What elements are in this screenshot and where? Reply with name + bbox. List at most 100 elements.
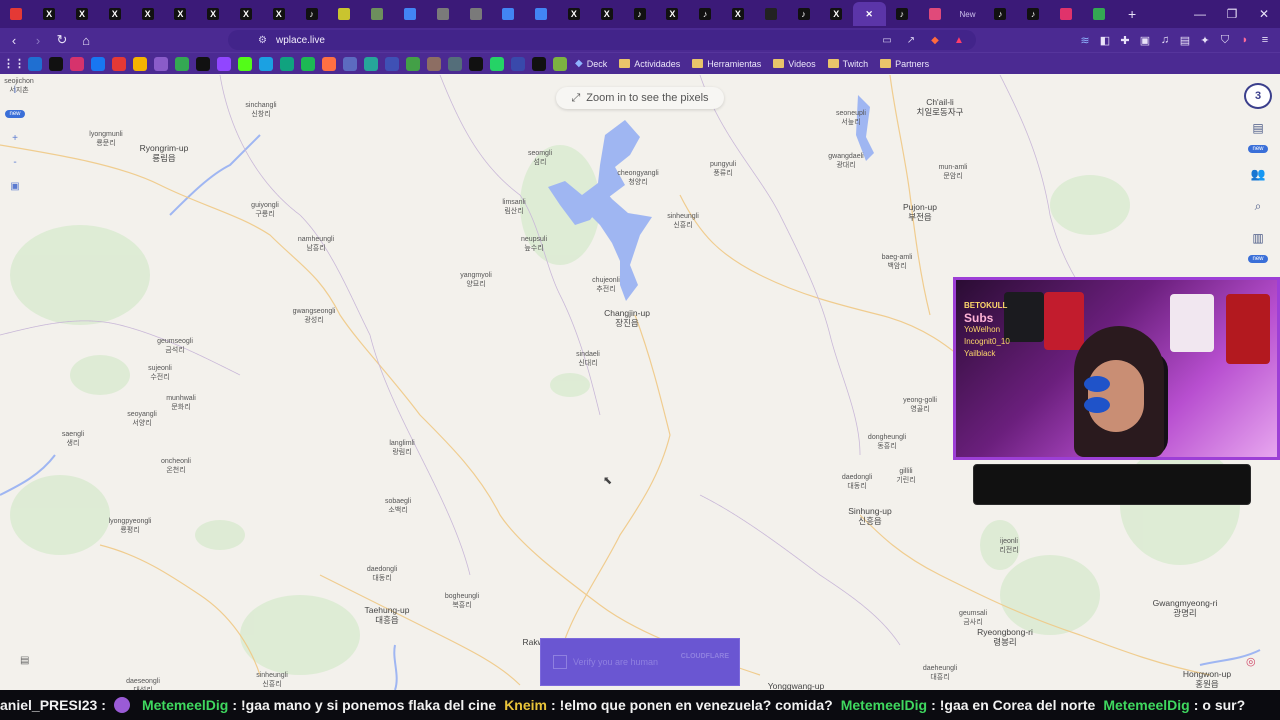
menu-icon[interactable]: ≡ (1258, 30, 1272, 50)
extensions-puzzle-icon[interactable]: ✚ (1118, 30, 1132, 50)
bookmark-folder[interactable]: Herramientas (692, 59, 761, 69)
sheets-icon[interactable] (133, 56, 147, 71)
app-icon[interactable] (511, 56, 525, 71)
twitch-icon[interactable]: ▣ (4, 176, 26, 196)
ai-icon[interactable]: ✦ (1198, 30, 1212, 50)
locate-icon[interactable]: ◎ (1246, 655, 1260, 669)
people-icon[interactable]: 👥 (1244, 161, 1272, 187)
browser-tab[interactable]: X (820, 2, 853, 26)
browser-tab[interactable]: X (590, 2, 623, 26)
instagram-icon[interactable] (70, 56, 84, 71)
browser-tab[interactable] (1082, 2, 1115, 26)
bookmark-folder[interactable]: Twitch (827, 59, 868, 69)
leaderboard-icon[interactable]: ▤ (1244, 115, 1272, 141)
zoom-in-icon[interactable]: + (4, 128, 26, 148)
browser-tab[interactable]: ♪ (984, 2, 1017, 26)
bookmark-deck[interactable]: ◆ Deck (575, 58, 607, 69)
sidebar-icon[interactable]: ▣ (1138, 30, 1152, 50)
browser-tab[interactable] (328, 2, 361, 26)
x-icon[interactable] (196, 56, 210, 71)
browser-tab[interactable] (918, 2, 951, 26)
browser-tab[interactable] (492, 2, 525, 26)
bookmark-folder[interactable]: Partners (880, 59, 929, 69)
browser-tab[interactable] (361, 2, 394, 26)
minimize-icon[interactable]: — (1184, 0, 1216, 28)
browser-tab[interactable] (1050, 2, 1083, 26)
vpn-icon[interactable]: ⛉ (1218, 30, 1232, 50)
app-icon[interactable] (364, 56, 378, 71)
new-tab-button[interactable]: + (1121, 3, 1143, 25)
gpt-icon[interactable] (280, 56, 294, 71)
facebook-icon[interactable] (91, 56, 105, 71)
browser-tab[interactable]: ♪ (787, 2, 820, 26)
browser-tab[interactable]: X (66, 2, 99, 26)
outlook-icon[interactable] (28, 56, 42, 71)
browser-tab[interactable]: New (951, 2, 984, 26)
search-map-icon[interactable]: ⌕ (1244, 193, 1272, 219)
browser-tab[interactable] (0, 2, 33, 26)
bookmark-icon[interactable] (154, 56, 168, 71)
brave-shield-icon[interactable]: ◆ (928, 32, 942, 48)
browser-tab[interactable] (426, 2, 459, 26)
new-badge[interactable]: new (1244, 253, 1272, 265)
forward-icon[interactable]: › (28, 30, 48, 50)
zoom-hint-pill[interactable]: ⤢ Zoom in to see the pixels (556, 87, 724, 109)
share-icon[interactable]: ↗ (904, 32, 918, 48)
browser-tab[interactable]: X (33, 2, 66, 26)
new-badge[interactable]: new (4, 104, 26, 124)
browser-tab[interactable]: X (197, 2, 230, 26)
browser-tab[interactable]: X (98, 2, 131, 26)
browser-tab[interactable]: ♪ (886, 2, 919, 26)
extension-box-icon[interactable]: ◧ (1098, 30, 1112, 50)
browser-tab[interactable]: ♪ (623, 2, 656, 26)
browser-tab[interactable]: X (722, 2, 755, 26)
app-icon[interactable] (322, 56, 336, 71)
cast-icon[interactable]: ▭ (880, 32, 894, 48)
browser-tab[interactable] (459, 2, 492, 26)
app-icon[interactable] (532, 56, 546, 71)
chart-icon[interactable]: ▥ (1244, 225, 1272, 251)
info-icon[interactable]: i (4, 80, 26, 100)
restore-icon[interactable]: ❐ (1216, 0, 1248, 28)
profile-icon[interactable]: ◗ (1238, 30, 1252, 50)
address-bar[interactable]: ⚙ wplace.live ▭ ↗ ◆ ▲ (228, 30, 976, 50)
browser-tab[interactable]: X (230, 2, 263, 26)
new-badge[interactable]: new (1244, 143, 1272, 155)
browser-tab[interactable]: ♪ (1017, 2, 1050, 26)
browser-tab[interactable]: X (656, 2, 689, 26)
app-icon[interactable] (553, 56, 567, 71)
captcha-widget[interactable]: Verify you are human CLOUDFLARE (540, 638, 740, 686)
browser-tab[interactable]: ♪ (689, 2, 722, 26)
browser-tab[interactable] (394, 2, 427, 26)
app-icon[interactable] (427, 56, 441, 71)
capcut-icon[interactable] (469, 56, 483, 71)
apps-grid-icon[interactable]: ⋮⋮ (3, 57, 25, 71)
bookmark-folder[interactable]: Videos (773, 59, 816, 69)
brave-rewards-icon[interactable]: ▲ (952, 32, 966, 48)
avatar-logo-icon[interactable]: 3 (1244, 83, 1272, 109)
browser-tab[interactable]: ✕ (852, 2, 886, 26)
youtube-icon[interactable] (112, 56, 126, 71)
back-icon[interactable]: ‹ (4, 30, 24, 50)
edge-icon[interactable] (259, 56, 273, 71)
whatsapp-icon[interactable] (490, 56, 504, 71)
site-info-icon[interactable]: ⚙ (258, 35, 272, 46)
browser-tab[interactable]: ♪ (295, 2, 328, 26)
wallet-icon[interactable]: ▤ (1178, 30, 1192, 50)
captcha-checkbox[interactable] (553, 655, 567, 669)
twitch-icon[interactable] (217, 56, 231, 71)
browser-tab[interactable]: X (131, 2, 164, 26)
extension-wave-icon[interactable]: ≋ (1078, 30, 1092, 50)
reload-icon[interactable]: ↻ (52, 30, 72, 50)
tiktok-icon[interactable] (49, 56, 63, 71)
kick-icon[interactable] (238, 56, 252, 71)
app-icon[interactable] (343, 56, 357, 71)
drive-icon[interactable] (175, 56, 189, 71)
browser-tab[interactable]: X (164, 2, 197, 26)
app-icon[interactable] (448, 56, 462, 71)
browser-tab[interactable] (525, 2, 558, 26)
message-icon[interactable]: ▤ (20, 655, 34, 667)
home-icon[interactable]: ⌂ (76, 30, 96, 50)
app-icon[interactable] (406, 56, 420, 71)
browser-tab[interactable]: X (262, 2, 295, 26)
